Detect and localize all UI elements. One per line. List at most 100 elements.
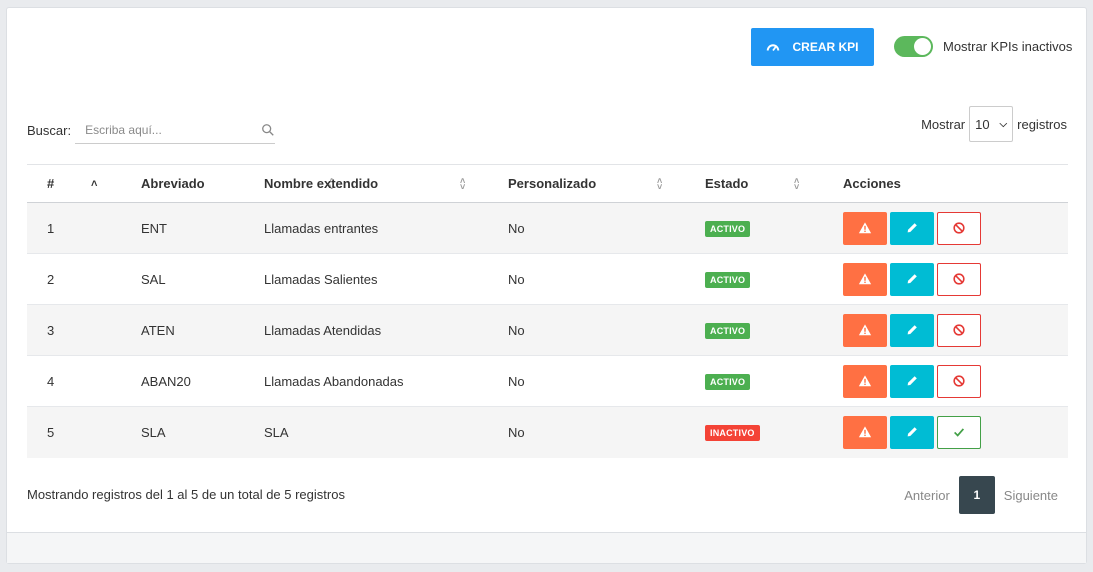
block-icon [953,273,965,285]
status-badge: INACTIVO [705,424,760,441]
cell-abbr: ABAN20 [141,373,191,389]
status-badge: ACTIVO [705,322,751,339]
pencil-icon [907,274,917,284]
cell-number: 1 [47,220,55,236]
cell-name: Llamadas Atendidas [264,322,382,338]
edit-button[interactable] [890,262,934,296]
page-length-select[interactable]: 10 ⌵ [969,106,1014,142]
activate-button[interactable] [937,415,981,449]
status-badge: ACTIVO [705,271,751,288]
inactive-toggle-group: Mostrar KPIs inactivos [894,36,1072,57]
cell-name: SLA [264,424,289,440]
column-header-actions: Acciones [843,176,901,191]
cell-custom: No [508,322,525,338]
create-kpi-label: CREAR KPI [792,40,859,54]
alert-button[interactable] [843,211,887,245]
cell-status: ACTIVO [705,356,843,407]
column-header-number[interactable]: # ˄ [27,165,97,203]
pencil-icon [907,427,917,437]
status-badge: ACTIVO [705,220,751,237]
cell-abbr: SAL [141,271,166,287]
cell-actions [843,407,1068,458]
cell-abbr: ENT [141,220,167,236]
cell-custom: No [508,424,525,440]
prev-page-link[interactable]: Anterior [895,488,959,503]
next-page-link[interactable]: Siguiente [995,488,1067,503]
chevron-down-icon: ⌵ [999,118,1008,130]
warning-icon [858,273,872,285]
warning-icon [858,375,872,387]
block-icon [953,324,965,336]
pencil-icon [907,325,917,335]
cell-actions [843,254,1068,305]
block-icon [953,222,965,234]
table-row: 4 ABAN20 Llamadas Abandonadas No ACTIVO [27,356,1068,407]
warning-icon [858,426,872,438]
edit-button[interactable] [890,211,934,245]
column-header-status[interactable]: Estado ˄ ˅ [705,165,843,203]
table-row: 5 SLA SLA No INACTIVO [27,406,1068,458]
table-info: Mostrando registros del 1 al 5 de un tot… [27,487,345,502]
cell-abbr: SLA [141,424,166,440]
table-row: 1 ENT Llamadas entrantes No ACTIVO [27,202,1068,254]
speedometer-icon [767,44,780,52]
cell-name: Llamadas entrantes [264,220,379,236]
kpi-table: # ˄ Abreviado ˄ ˅ Nombre extendido ˄ ˅ Per… [27,164,1068,458]
sort-icon: ˄ ˅ [657,175,663,192]
alert-button[interactable] [843,313,887,347]
deactivate-button[interactable] [937,364,981,398]
kpi-card: CREAR KPI Mostrar KPIs inactivos Buscar:… [6,7,1087,564]
pencil-icon [907,223,917,233]
search-icon[interactable] [261,123,275,137]
search-input[interactable] [85,122,256,137]
card-footer [7,532,1086,563]
check-icon [954,428,965,438]
cell-actions [843,203,1068,254]
show-inactive-label: Mostrar KPIs inactivos [943,39,1073,54]
deactivate-button[interactable] [937,313,981,347]
toggle-knob [914,38,931,55]
cell-actions [843,356,1068,407]
cell-custom: No [508,271,525,287]
cell-number: 3 [47,322,55,338]
warning-icon [858,324,872,336]
cell-number: 5 [47,424,55,440]
deactivate-button[interactable] [937,262,981,296]
page-length-value: 10 [975,116,990,132]
alert-button[interactable] [843,364,887,398]
edit-button[interactable] [890,415,934,449]
column-header-name[interactable]: Nombre extendido ˄ ˅ [264,165,508,203]
pencil-icon [907,376,917,386]
column-header-abbr[interactable]: Abreviado ˄ ˅ [97,165,334,203]
search-label: Buscar: [27,122,72,138]
page-length-prefix: Mostrar [921,116,966,132]
cell-status: ACTIVO [705,305,843,356]
cell-name: Llamadas Salientes [264,271,378,287]
table-header-row: # ˄ Abreviado ˄ ˅ Nombre extendido ˄ ˅ Per… [27,164,1068,203]
create-kpi-button[interactable]: CREAR KPI [751,28,874,66]
show-inactive-toggle[interactable] [894,36,933,57]
edit-button[interactable] [890,313,934,347]
sort-icon: ˄ ˅ [460,175,466,192]
cell-custom: No [508,220,525,236]
cell-custom: No [508,373,525,389]
cell-number: 4 [47,373,55,389]
cell-name: Llamadas Abandonadas [264,373,404,389]
pagination: Anterior 1 Siguiente [895,476,1067,514]
deactivate-button[interactable] [937,211,981,245]
sort-icon: ˄ ˅ [794,175,800,192]
block-icon [953,375,965,387]
cell-status: INACTIVO [705,407,843,458]
alert-button[interactable] [843,415,887,449]
cell-status: ACTIVO [705,203,843,254]
search-group: Buscar: [27,116,276,144]
cell-abbr: ATEN [141,322,175,338]
page-length-group: Mostrar 10 ⌵ registros [921,106,1067,142]
table-row: 2 SAL Llamadas Salientes No ACTIVO [27,254,1068,305]
warning-icon [858,222,872,234]
alert-button[interactable] [843,262,887,296]
edit-button[interactable] [890,364,934,398]
status-badge: ACTIVO [705,373,751,390]
current-page-button[interactable]: 1 [958,476,995,514]
column-header-custom[interactable]: Personalizado ˄ ˅ [508,165,705,203]
